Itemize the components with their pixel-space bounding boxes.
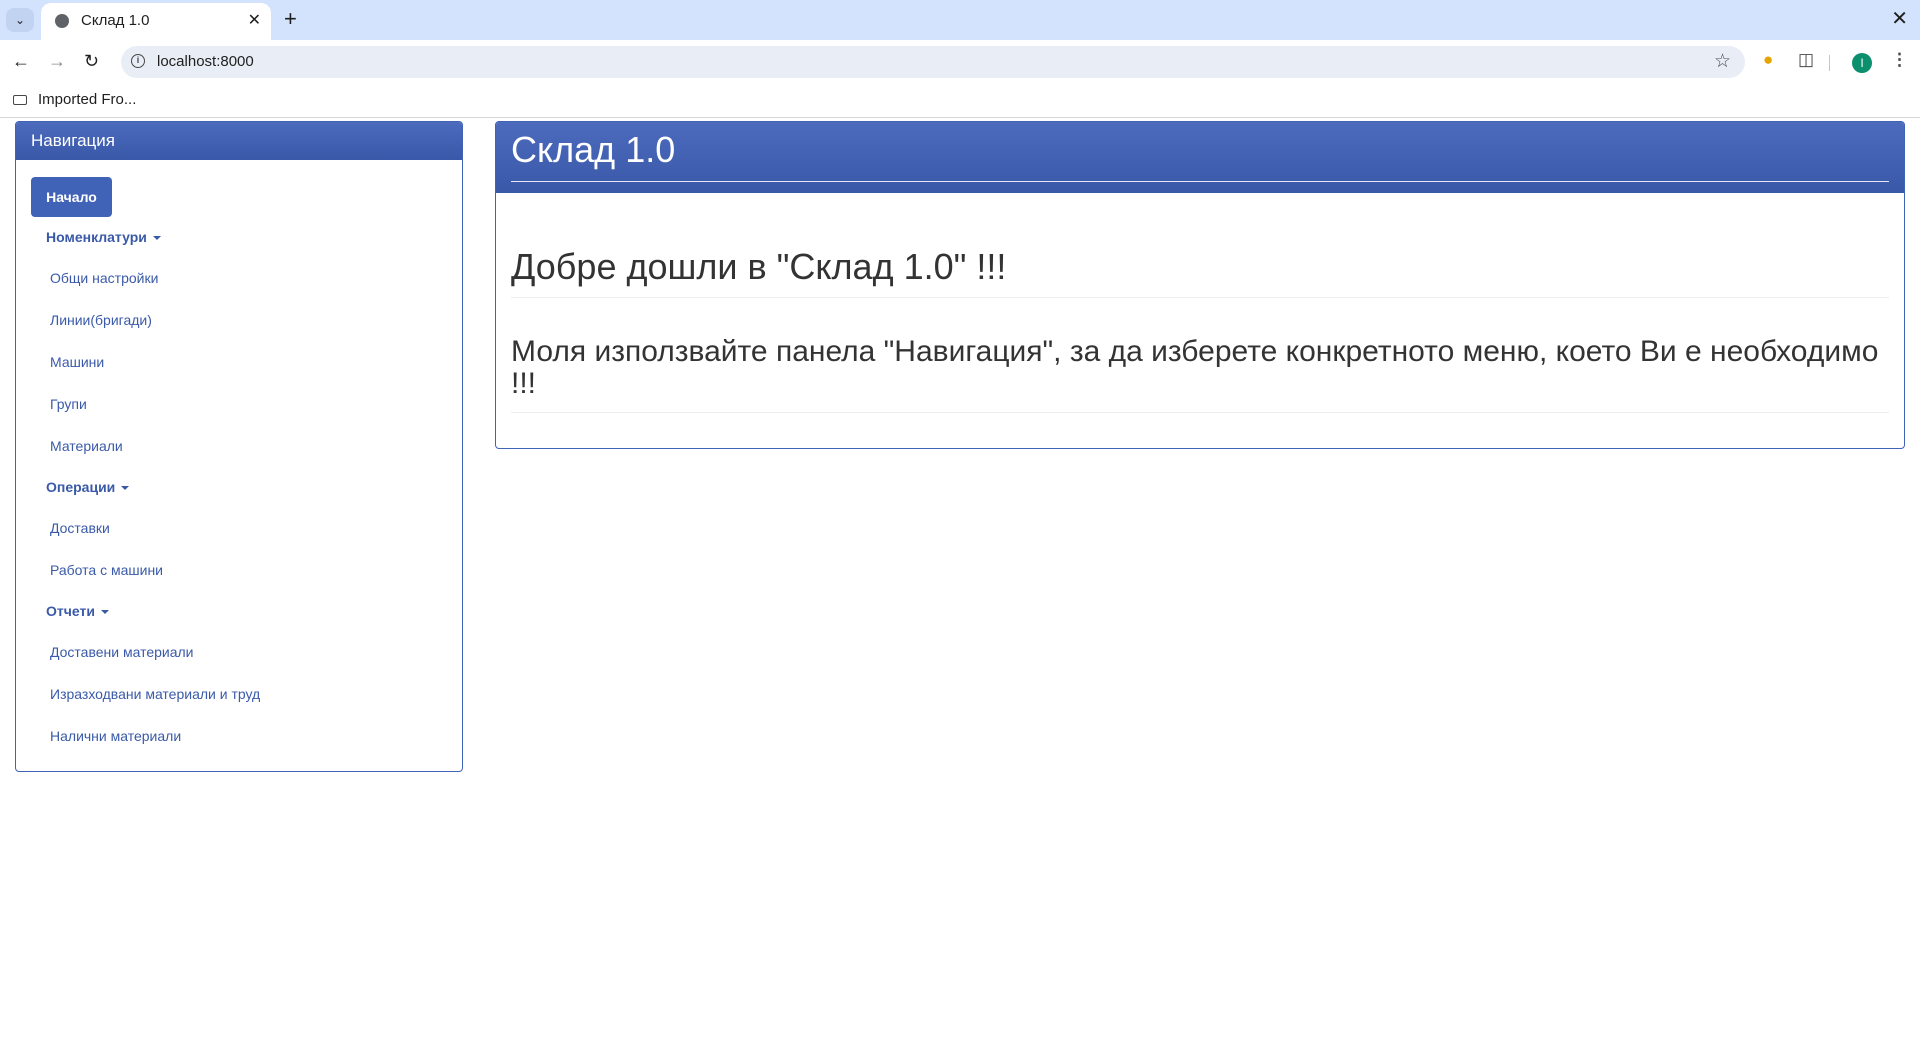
- toolbar-separator: [1829, 55, 1830, 71]
- new-tab-button[interactable]: +: [284, 7, 297, 31]
- bookmarks-bar: Imported Fro...: [0, 83, 1920, 118]
- menu-kebab-icon[interactable]: ⋮: [1891, 50, 1908, 70]
- browser-toolbar: ← → ↻ i localhost:8000 ☆ ● ◫ ⋮: [0, 40, 1920, 83]
- browser-tab-bar: ⌄ Склад 1.0 ✕ + ✕: [0, 0, 1920, 40]
- home-button[interactable]: Начало: [31, 177, 112, 217]
- main-heading-bar: Склад 1.0: [496, 122, 1904, 193]
- window-close-icon[interactable]: ✕: [1891, 6, 1908, 31]
- caret-down-icon: [100, 610, 109, 615]
- divider: [511, 297, 1889, 298]
- link-materials[interactable]: Материали: [50, 438, 123, 454]
- url-text[interactable]: localhost:8000: [157, 53, 254, 70]
- forward-icon[interactable]: →: [48, 50, 66, 72]
- site-info-icon[interactable]: i: [131, 54, 145, 68]
- heading-divider: [511, 181, 1889, 182]
- extensions-puzzle-icon[interactable]: ◫: [1798, 50, 1814, 70]
- link-groups[interactable]: Групи: [50, 396, 87, 412]
- link-general-settings[interactable]: Общи настройки: [50, 270, 158, 286]
- close-icon[interactable]: ✕: [248, 10, 261, 30]
- link-used-materials-labor[interactable]: Изразходвани материали и труд: [50, 686, 260, 702]
- reload-icon[interactable]: ↻: [84, 50, 99, 72]
- menu-nomenclatures-label: Номенклатури: [46, 229, 147, 245]
- menu-reports[interactable]: Отчети: [46, 603, 109, 619]
- main-panel: Склад 1.0 Добре дошли в "Склад 1.0" !!! …: [495, 121, 1905, 449]
- chevron-down-icon: ⌄: [14, 13, 26, 27]
- menu-operations-label: Операции: [46, 479, 116, 495]
- extension-icon[interactable]: ●: [1763, 50, 1773, 70]
- navigation-heading: Навигация: [16, 122, 462, 160]
- back-icon[interactable]: ←: [12, 50, 30, 72]
- page-title: Склад 1.0: [511, 129, 676, 170]
- caret-down-icon: [121, 486, 130, 491]
- profile-avatar[interactable]: I: [1852, 53, 1872, 73]
- folder-icon: [13, 95, 27, 105]
- menu-nomenclatures[interactable]: Номенклатури: [46, 229, 161, 245]
- caret-down-icon: [152, 236, 161, 241]
- browser-tab[interactable]: Склад 1.0 ✕: [41, 3, 271, 40]
- address-bar[interactable]: i localhost:8000 ☆: [121, 46, 1745, 78]
- menu-operations[interactable]: Операции: [46, 479, 130, 495]
- link-available-materials[interactable]: Налични материали: [50, 728, 181, 744]
- link-delivered-materials[interactable]: Доставени материали: [50, 644, 194, 660]
- menu-reports-label: Отчети: [46, 603, 95, 619]
- divider: [511, 412, 1889, 413]
- link-lines-brigades[interactable]: Линии(бригади): [50, 312, 152, 328]
- link-machines[interactable]: Машини: [50, 354, 104, 370]
- link-deliveries[interactable]: Доставки: [50, 520, 110, 536]
- tab-search-button[interactable]: ⌄: [6, 8, 34, 32]
- globe-icon: [55, 14, 69, 28]
- navigation-panel: Навигация Начало Номенклатури Общи настр…: [15, 121, 463, 772]
- bookmark-folder-label[interactable]: Imported Fro...: [38, 91, 136, 108]
- instruction-text: Моля използвайте панела "Навигация", за …: [511, 335, 1879, 400]
- bookmark-star-icon[interactable]: ☆: [1714, 50, 1731, 73]
- link-machine-work[interactable]: Работа с машини: [50, 562, 163, 578]
- welcome-heading: Добре дошли в "Склад 1.0" !!!: [511, 246, 1007, 287]
- tab-title: Склад 1.0: [81, 12, 150, 29]
